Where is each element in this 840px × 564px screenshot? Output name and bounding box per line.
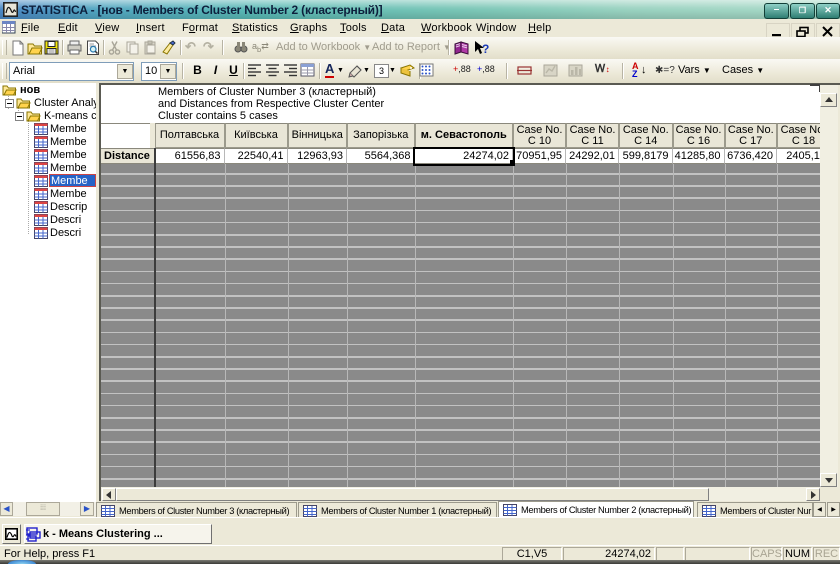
svg-text:?: ? — [482, 42, 489, 56]
